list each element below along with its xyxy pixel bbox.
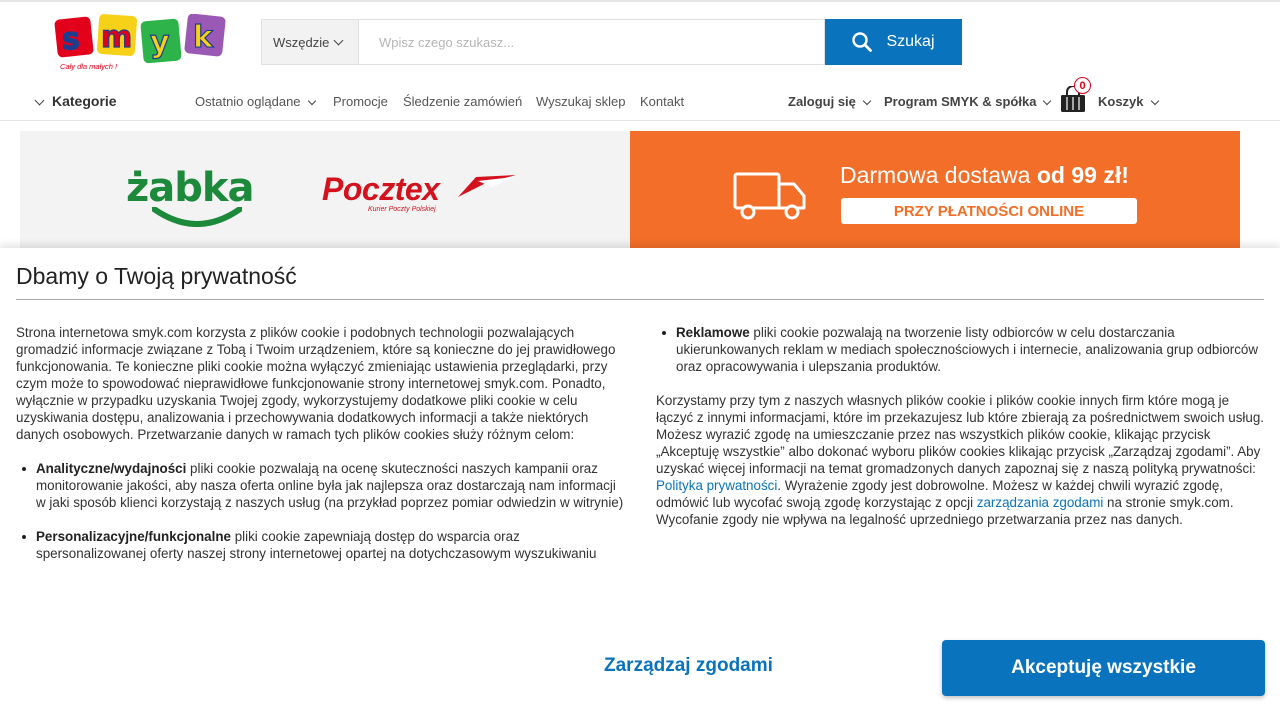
- search-button-label: Szukaj: [886, 33, 935, 50]
- chevron-down-icon: [34, 95, 45, 106]
- promo-text-1: Darmowa dostawa: [840, 162, 1031, 188]
- cookie-column-left: Strona internetowa smyk.com korzysta z p…: [16, 324, 626, 579]
- truck-icon: [733, 172, 806, 220]
- partners-banner[interactable]: żabka Pocztex Kurier Poczty Polskiej: [20, 131, 630, 248]
- zabka-logo: żabka: [126, 165, 254, 211]
- search-bar: Wszędzie Szukaj: [261, 19, 962, 65]
- nav-recently-viewed[interactable]: Ostatnio oglądane: [195, 94, 316, 109]
- nav-find-store[interactable]: Wyszukaj sklep: [536, 94, 625, 109]
- cookie-title: Dbamy o Twoją prywatność: [16, 263, 297, 289]
- nav-contact[interactable]: Kontakt: [640, 94, 684, 109]
- free-delivery-banner[interactable]: Darmowa dostawa od 99 zł! PRZY PŁATNOŚCI…: [630, 131, 1240, 248]
- cart-count-badge: 0: [1074, 77, 1091, 94]
- smyk-logo[interactable]: s m y k Cały dla małych !: [54, 14, 228, 72]
- details-text-1: Korzystamy przy tym z naszych własnych p…: [656, 393, 1265, 476]
- chevron-down-icon: [1043, 96, 1052, 106]
- cart-menu[interactable]: Koszyk: [1098, 94, 1159, 109]
- cookie-intro: Strona internetowa smyk.com korzysta z p…: [16, 325, 616, 442]
- bullet-title: Personalizacyjne/funkcjonalne: [36, 529, 231, 544]
- search-category-value: Wszędzie: [273, 34, 330, 50]
- accept-all-button[interactable]: Akceptuję wszystkie: [942, 640, 1265, 696]
- cookie-details: Korzystamy przy tym z naszych własnych p…: [656, 392, 1266, 528]
- chevron-down-icon: [333, 35, 344, 45]
- manage-consents-button[interactable]: Zarządzaj zgodami: [604, 655, 773, 677]
- bullet-title: Analityczne/wydajności: [36, 461, 187, 476]
- program-label: Program SMYK & spółka: [884, 94, 1037, 109]
- top-border: [0, 0, 1280, 2]
- svg-text:m: m: [101, 20, 132, 55]
- categories-menu[interactable]: Kategorie: [34, 93, 117, 109]
- program-menu[interactable]: Program SMYK & spółka: [884, 94, 1052, 109]
- cookie-divider: [16, 299, 1264, 300]
- promo-text-2: od 99 zł!: [1036, 162, 1129, 188]
- zabka-smile-icon: [152, 207, 242, 227]
- svg-text:k: k: [193, 20, 214, 55]
- cookie-column-right: Reklamowe pliki cookie pozwalają na twor…: [656, 324, 1266, 545]
- pocztex-logo: Pocztex: [322, 171, 440, 207]
- svg-text:y: y: [150, 25, 170, 60]
- search-icon: [852, 32, 873, 52]
- svg-text:s: s: [62, 22, 80, 57]
- nav-recently-viewed-label: Ostatnio oglądane: [195, 94, 301, 109]
- manage-consents-link[interactable]: zarządzania zgodami: [977, 495, 1104, 510]
- search-button[interactable]: Szukaj: [825, 19, 962, 65]
- promo-headline: Darmowa dostawa od 99 zł!: [840, 162, 1129, 189]
- pocztex-subtitle: Kurier Poczty Polskiej: [368, 206, 436, 213]
- categories-label: Kategorie: [52, 93, 117, 109]
- chevron-down-icon: [307, 96, 316, 106]
- nav-promotions[interactable]: Promocje: [333, 94, 388, 109]
- cookie-consent-panel: Dbamy o Twoją prywatność Strona internet…: [0, 248, 1280, 720]
- nav-track-order[interactable]: Śledzenie zamówień: [403, 94, 522, 109]
- cart-label: Koszyk: [1098, 94, 1144, 109]
- search-category-select[interactable]: Wszędzie: [261, 19, 358, 65]
- pocztex-arrow-icon: [458, 175, 516, 197]
- login-menu[interactable]: Zaloguj się: [788, 94, 872, 109]
- nav-divider: [0, 120, 1280, 121]
- cookie-bullet-analytics: Analityczne/wydajności pliki cookie pozw…: [16, 460, 626, 511]
- svg-text:Cały dla małych !: Cały dla małych !: [60, 62, 118, 71]
- search-input[interactable]: [358, 19, 825, 65]
- cookie-bullet-personalization: Personalizacyjne/funkcjonalne pliki cook…: [16, 528, 626, 562]
- bullet-title: Reklamowe: [676, 325, 750, 340]
- privacy-policy-link[interactable]: Polityka prywatności: [656, 478, 777, 493]
- main-nav: Kategorie Ostatnio oglądane Promocje Śle…: [0, 77, 1280, 118]
- promo-badge: PRZY PŁATNOŚCI ONLINE: [841, 198, 1137, 224]
- bullet-text: pliki cookie pozwalają na tworzenie list…: [676, 325, 1259, 374]
- chevron-down-icon: [1150, 96, 1159, 106]
- cookie-bullet-advertising: Reklamowe pliki cookie pozwalają na twor…: [656, 324, 1266, 375]
- login-label: Zaloguj się: [788, 94, 856, 109]
- chevron-down-icon: [862, 96, 872, 106]
